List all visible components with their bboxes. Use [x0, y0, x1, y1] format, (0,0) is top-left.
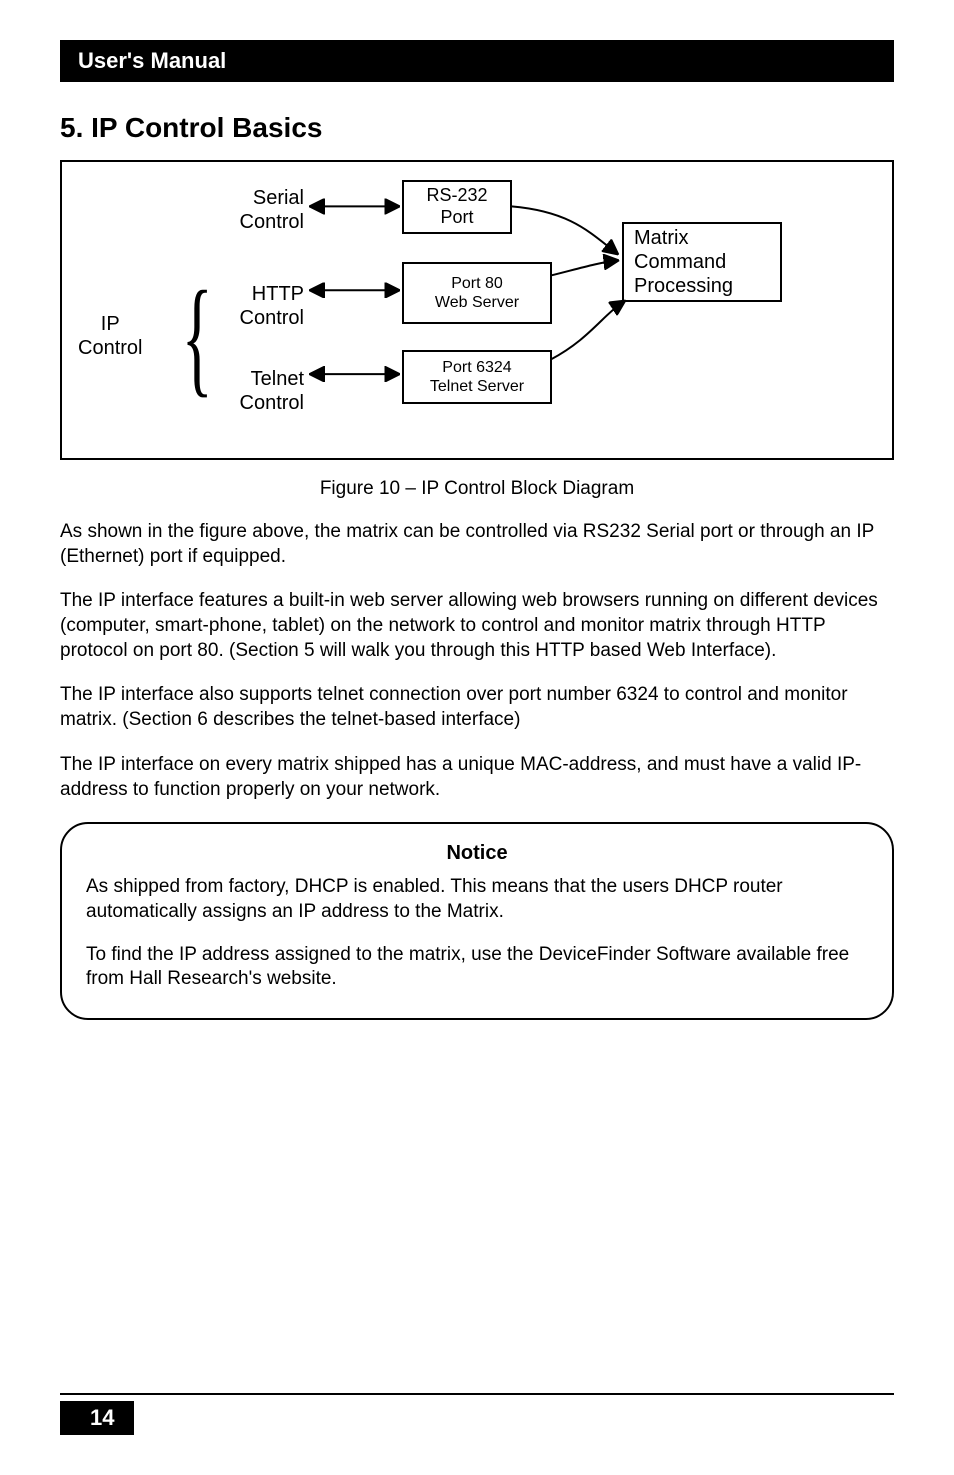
notice-paragraph-2: To find the IP address assigned to the m…: [86, 943, 868, 992]
notice-box: Notice As shipped from factory, DHCP is …: [60, 822, 894, 1020]
header-bar: User's Manual: [60, 40, 894, 82]
block-diagram: IPControl { SerialControl HTTPControl Te…: [60, 160, 894, 460]
figure-caption: Figure 10 – IP Control Block Diagram: [60, 478, 894, 500]
header-title: User's Manual: [78, 48, 226, 73]
notice-title: Notice: [86, 842, 868, 865]
page-number: 14: [60, 1401, 134, 1435]
body-paragraph-1: As shown in the figure above, the matrix…: [60, 520, 894, 569]
footer-divider: [60, 1393, 894, 1395]
notice-paragraph-1: As shipped from factory, DHCP is enabled…: [86, 875, 868, 924]
diagram-arrows: [62, 162, 892, 458]
body-paragraph-2: The IP interface features a built-in web…: [60, 589, 894, 663]
body-paragraph-4: The IP interface on every matrix shipped…: [60, 753, 894, 802]
body-paragraph-3: The IP interface also supports telnet co…: [60, 683, 894, 732]
section-heading: 5. IP Control Basics: [60, 112, 894, 144]
